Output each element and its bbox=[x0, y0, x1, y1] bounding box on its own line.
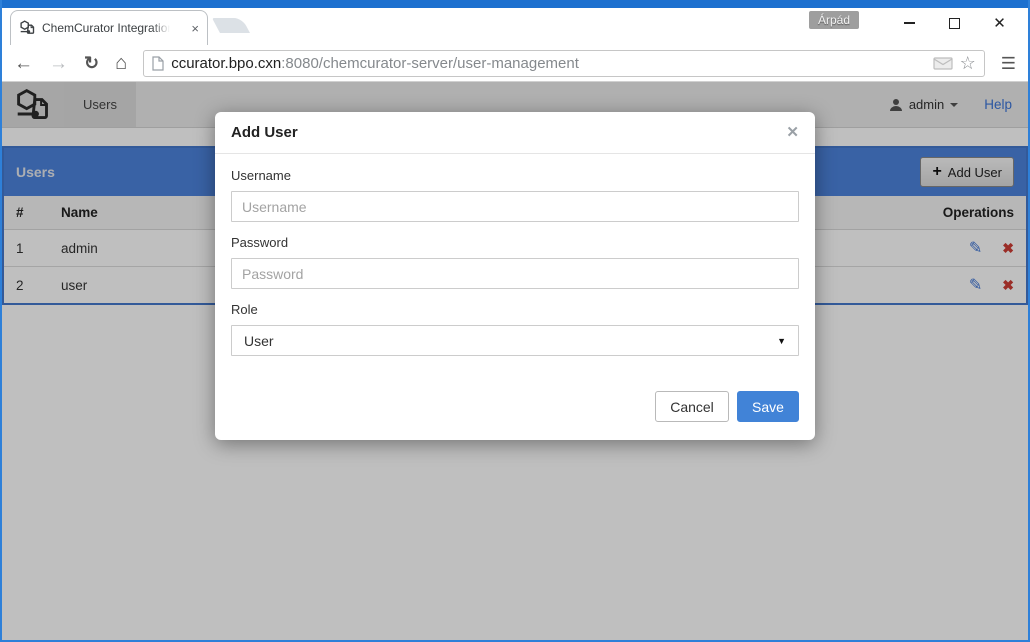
role-select[interactable]: User ▼ bbox=[231, 325, 799, 356]
url-path: :8080/chemcurator-server/user-management bbox=[281, 55, 579, 72]
password-field[interactable] bbox=[231, 258, 799, 289]
modal-body: Username Password Role User ▼ bbox=[215, 154, 815, 373]
chrome-profile-badge[interactable]: Árpád bbox=[809, 11, 859, 29]
favicon-chemcurator-icon bbox=[19, 20, 36, 36]
modal-close-icon[interactable]: ✕ bbox=[786, 125, 799, 140]
minimize-icon bbox=[904, 22, 915, 24]
reload-icon[interactable]: ↻ bbox=[84, 54, 99, 72]
password-label: Password bbox=[231, 235, 799, 250]
role-label: Role bbox=[231, 302, 799, 317]
username-form-group: Username bbox=[231, 168, 799, 222]
url-text: ccurator.bpo.cxn:8080/chemcurator-server… bbox=[171, 55, 925, 72]
modal-title: Add User bbox=[231, 124, 298, 141]
save-button[interactable]: Save bbox=[737, 391, 799, 422]
new-tab-button[interactable] bbox=[212, 18, 250, 33]
home-icon[interactable]: ⌂ bbox=[115, 53, 127, 73]
close-icon: ✕ bbox=[993, 16, 1006, 31]
browser-window: ChemCurator Integration S × Árpád ✕ ← → … bbox=[0, 0, 1030, 642]
page-viewport: Users admin Help Users bbox=[2, 82, 1028, 640]
modal-header: Add User ✕ bbox=[215, 112, 815, 154]
browser-titlebar: ChemCurator Integration S × Árpád ✕ bbox=[2, 8, 1028, 45]
window-frame-top bbox=[2, 0, 1028, 8]
username-label: Username bbox=[231, 168, 799, 183]
chrome-menu-icon[interactable]: ☰ bbox=[1001, 55, 1016, 72]
modal-footer: Cancel Save bbox=[215, 373, 815, 440]
cancel-button[interactable]: Cancel bbox=[655, 391, 729, 422]
tab-close-icon[interactable]: × bbox=[191, 22, 199, 35]
url-host: ccurator.bpo.cxn bbox=[171, 55, 281, 72]
role-form-group: Role User ▼ bbox=[231, 302, 799, 356]
bookmark-star-icon[interactable]: ☆ bbox=[960, 54, 976, 72]
role-select-value: User bbox=[244, 333, 274, 349]
maximize-icon bbox=[949, 18, 960, 29]
username-field[interactable] bbox=[231, 191, 799, 222]
titlebar-controls: Árpád ✕ bbox=[809, 8, 1022, 45]
password-form-group: Password bbox=[231, 235, 799, 289]
browser-tab[interactable]: ChemCurator Integration S × bbox=[10, 10, 208, 45]
address-bar[interactable]: ccurator.bpo.cxn:8080/chemcurator-server… bbox=[143, 50, 985, 77]
window-maximize-button[interactable] bbox=[932, 8, 977, 38]
add-user-modal: Add User ✕ Username Password Role User ▼ bbox=[215, 112, 815, 440]
page-document-icon bbox=[152, 56, 164, 71]
select-caret-icon: ▼ bbox=[777, 336, 786, 346]
send-envelope-icon[interactable] bbox=[933, 57, 953, 70]
tab-title: ChemCurator Integration S bbox=[42, 21, 170, 35]
forward-icon[interactable]: → bbox=[49, 54, 68, 73]
back-icon[interactable]: ← bbox=[14, 54, 33, 73]
browser-toolbar: ← → ↻ ⌂ ccurator.bpo.cxn:8080/chemcurato… bbox=[2, 45, 1028, 82]
window-minimize-button[interactable] bbox=[887, 8, 932, 38]
window-close-button[interactable]: ✕ bbox=[977, 8, 1022, 38]
